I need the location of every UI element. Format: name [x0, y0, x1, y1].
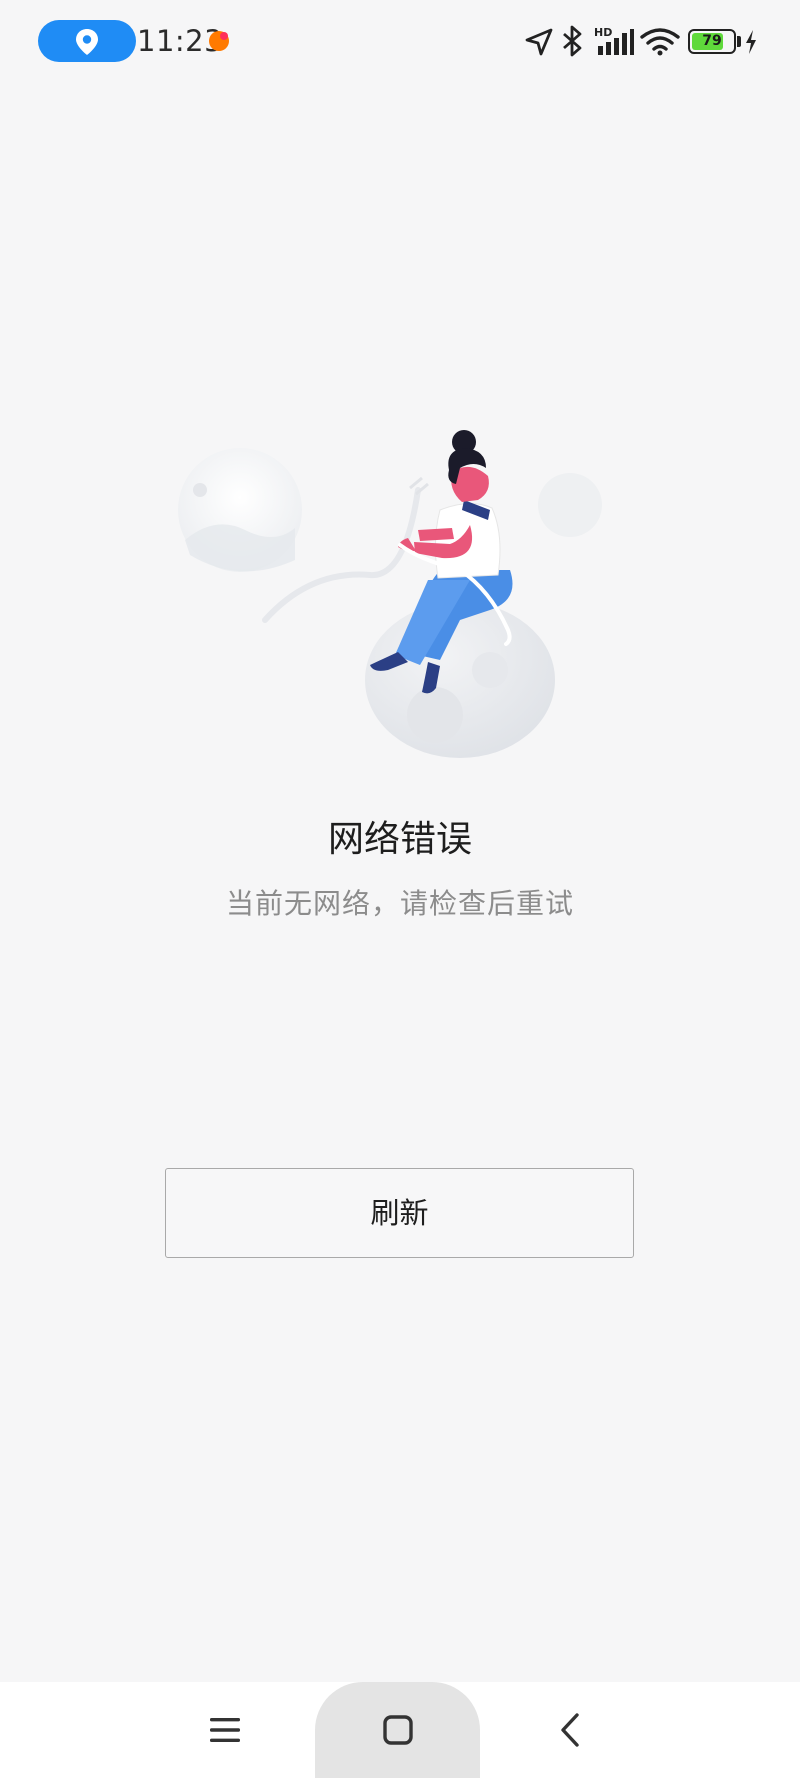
home-square-icon	[382, 1715, 413, 1745]
back-button[interactable]	[540, 1682, 600, 1778]
bluetooth-icon	[563, 25, 582, 57]
recent-apps-button[interactable]	[190, 1682, 260, 1778]
home-button[interactable]	[315, 1682, 480, 1778]
signal-icon	[598, 29, 634, 55]
refresh-button[interactable]: 刷新	[165, 1168, 634, 1258]
error-description: 当前无网络，请检查后重试	[225, 887, 574, 920]
menu-icon	[210, 1718, 240, 1742]
charging-icon	[746, 30, 756, 54]
status-bar: 11:23 HD 79	[0, 0, 800, 84]
rock	[365, 602, 555, 758]
right-bubble	[538, 473, 602, 537]
battery-icon: 79	[688, 29, 736, 54]
battery-percent: 79	[702, 33, 722, 49]
network-error-illustration	[170, 430, 620, 760]
battery-tip	[737, 36, 741, 47]
navigation-arrow-icon	[525, 28, 553, 56]
left-bubble	[178, 448, 302, 572]
notification-dot-icon	[209, 31, 229, 51]
back-chevron-icon	[561, 1713, 579, 1747]
location-indicator[interactable]	[38, 20, 136, 62]
network-error-screen: 11:23 HD 79 网络错误 当前无网络，请检查后重试 刷新	[0, 0, 800, 1778]
error-title: 网络错误	[327, 819, 472, 860]
location-pin-icon	[76, 29, 98, 55]
wifi-icon	[640, 28, 680, 56]
